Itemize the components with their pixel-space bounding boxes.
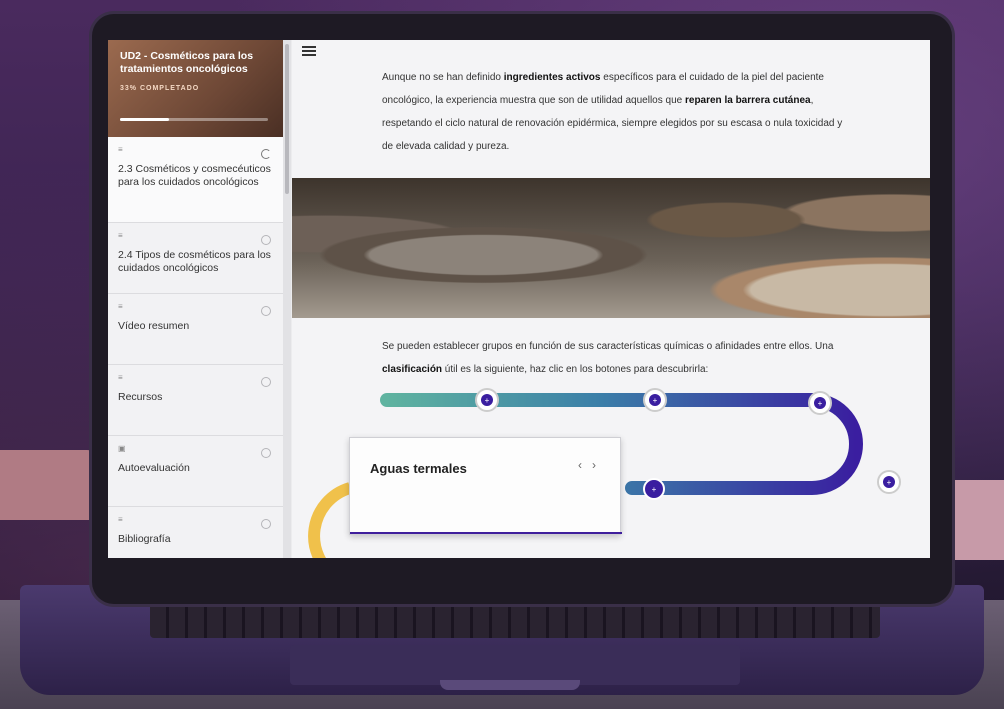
bold-text: clasificación (382, 364, 443, 375)
course-title: UD2 - Cosméticos para los tratamientos o… (120, 50, 254, 75)
text: útil es la siguiente, haz clic en los bo… (442, 364, 709, 375)
text: Aunque no se han definido (382, 72, 504, 83)
decor-object-left (0, 450, 95, 520)
sidebar-item-label: 2.3 Cosméticos y cosmecéuticos para los … (118, 163, 271, 188)
sidebar-item-autoevaluacion[interactable]: ▣ Autoevaluación (108, 436, 283, 507)
bold-text: reparen la barrera cutánea (684, 95, 811, 106)
intro-paragraph: Aunque no se han definido ingredientes a… (382, 66, 852, 158)
progress-label: 33% COMPLETADO (120, 85, 200, 92)
sidebar-scroll-thumb[interactable] (285, 44, 289, 194)
chevron-right-icon[interactable]: › (592, 458, 606, 472)
card-title: Aguas termales (370, 461, 467, 476)
laptop-keyboard (150, 598, 880, 638)
clay-bowls-image (292, 178, 930, 318)
progress-bar (120, 118, 268, 121)
doc-lines-icon: ≡ (118, 373, 123, 382)
screen: UD2 - Cosméticos para los tratamientos o… (108, 40, 930, 558)
card-navigation: ‹› (578, 458, 606, 472)
doc-lines-icon: ≡ (118, 302, 123, 311)
progress-ring-icon (261, 149, 271, 159)
sidebar-item-2-4[interactable]: ≡ 2.4 Tipos de cosméticos para los cuida… (108, 223, 283, 294)
lesson-content: Aunque no se han definido ingredientes a… (292, 40, 930, 558)
timeline-button-active[interactable]: + (643, 478, 665, 500)
plus-icon: + (652, 485, 657, 494)
category-card: Aguas termales ‹› (349, 437, 622, 535)
timeline-track-yellow (308, 482, 352, 558)
status-circle-icon (261, 448, 271, 458)
timeline-button-4[interactable]: + (877, 470, 901, 494)
sidebar-item-bibliografia[interactable]: ≡ Bibliografía (108, 507, 283, 558)
laptop-notch (440, 680, 580, 690)
laptop-touchpad (290, 645, 740, 685)
sidebar-item-label: Bibliografía (118, 533, 171, 545)
sidebar-item-video[interactable]: ≡ Vídeo resumen (108, 294, 283, 365)
chevron-left-icon[interactable]: ‹ (578, 458, 592, 472)
status-circle-icon (261, 235, 271, 245)
text: Se pueden establecer grupos en función d… (382, 341, 834, 352)
doc-lines-icon: ≡ (118, 145, 123, 154)
doc-lines-icon: ≡ (118, 515, 123, 524)
plus-icon: + (653, 396, 658, 405)
timeline-button-2[interactable]: + (643, 388, 667, 412)
bold-text: ingredientes activos (503, 72, 601, 83)
progress-fill (120, 118, 169, 121)
status-circle-icon (261, 377, 271, 387)
course-sidebar: UD2 - Cosméticos para los tratamientos o… (108, 40, 284, 558)
status-circle-icon (261, 519, 271, 529)
sidebar-item-label: Recursos (118, 391, 163, 403)
sidebar-item-label: 2.4 Tipos de cosméticos para los cuidado… (118, 249, 271, 274)
course-header[interactable]: UD2 - Cosméticos para los tratamientos o… (108, 40, 283, 137)
sidebar-item-label: Vídeo resumen (118, 320, 190, 332)
plus-icon: + (485, 396, 490, 405)
menu-icon[interactable] (302, 46, 316, 56)
quiz-icon: ▣ (118, 444, 126, 453)
classification-paragraph: Se pueden establecer grupos en función d… (382, 335, 852, 381)
sidebar-item-label: Autoevaluación (118, 462, 190, 474)
sidebar-item-2-3[interactable]: ≡ 2.3 Cosméticos y cosmecéuticos para lo… (108, 137, 283, 223)
sidebar-item-recursos[interactable]: ≡ Recursos (108, 365, 283, 436)
doc-lines-icon: ≡ (118, 231, 123, 240)
timeline-button-3[interactable]: + (808, 391, 832, 415)
plus-icon: + (887, 478, 892, 487)
card-accent-bar (350, 532, 622, 534)
status-circle-icon (261, 306, 271, 316)
plus-icon: + (818, 399, 823, 408)
timeline-button-1[interactable]: + (475, 388, 499, 412)
